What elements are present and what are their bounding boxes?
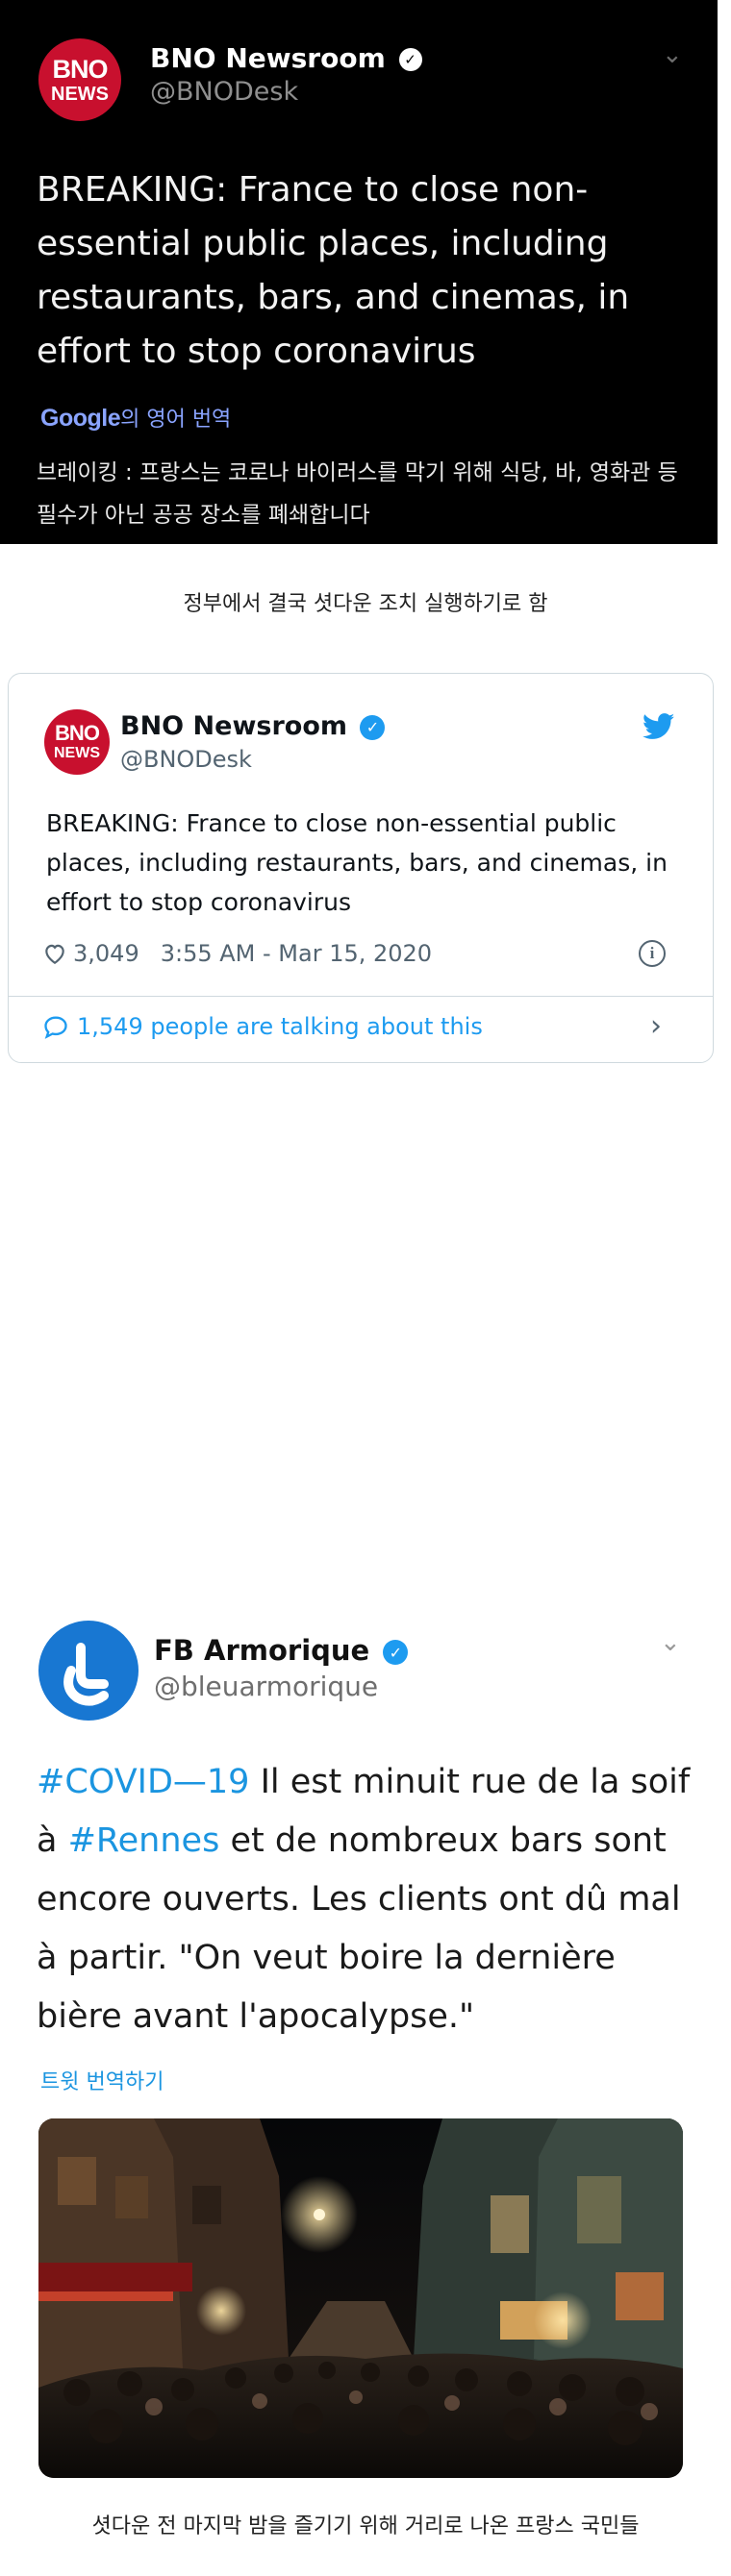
verified-badge-icon: ✓ — [398, 48, 422, 71]
chevron-down-icon[interactable]: ⌄ — [662, 40, 683, 69]
avatar-logo-subtext: NEWS — [54, 745, 100, 761]
avatar-logo-subtext: NEWS — [51, 83, 109, 105]
translate-tweet-link[interactable]: 트윗 번역하기 — [40, 2065, 164, 2095]
google-logo: Google — [40, 405, 121, 432]
bno-news-avatar[interactable]: BNO NEWS — [44, 709, 110, 775]
fb-armorique-logo — [63, 1643, 109, 1706]
fb-armorique-avatar[interactable] — [38, 1621, 139, 1721]
tweet-text: BREAKING: France to close non-essential … — [46, 809, 668, 916]
bno-news-avatar[interactable]: BNO NEWS — [38, 38, 121, 121]
tweet-author-handle[interactable]: @BNODesk — [150, 77, 298, 107]
translation-label-text: 의 영어 번역 — [120, 408, 232, 432]
caption-shutdown: 정부에서 결국 셧다운 조치 실행하기로 함 — [183, 592, 548, 616]
heart-icon[interactable] — [42, 942, 67, 965]
author-name-text: FB Armorique — [154, 1634, 370, 1667]
tweet-photo[interactable] — [38, 2118, 683, 2478]
twitter-bird-icon[interactable] — [643, 713, 675, 740]
tweet-author-name[interactable]: BNO Newsroom ✓ — [120, 711, 386, 741]
verified-badge-icon: ✓ — [383, 1640, 409, 1665]
talking-count-text: 1,549 people are talking about this — [77, 1013, 483, 1040]
hashtag-covid19[interactable]: #COVID—19 — [37, 1763, 249, 1801]
card-divider — [9, 996, 713, 997]
tweet-author-name[interactable]: BNO Newsroom ✓ — [150, 42, 422, 74]
caption-last-night: 셧다운 전 마지막 밤을 즐기기 위해 거리로 나온 프랑스 국민들 — [91, 2514, 640, 2539]
translation-source-label: Google의 영어 번역 — [40, 402, 231, 433]
chevron-right-icon[interactable]: › — [650, 1009, 662, 1043]
info-icon[interactable]: i — [639, 940, 666, 967]
avatar-logo-text: BNO — [55, 721, 100, 745]
tweet-author-name[interactable]: FB Armorique ✓ — [154, 1634, 409, 1667]
translated-text: 브레이킹 : 프랑스는 코로나 바이러스를 막기 위해 식당, 바, 영화관 등… — [37, 460, 678, 528]
tweet-meta: 3,049 3:55 AM - Mar 15, 2020 — [42, 940, 432, 967]
crowded-street-photo — [38, 2118, 683, 2478]
tweet-text: #COVID—19 Il est minuit rue de la soif à… — [37, 1753, 700, 2046]
tweet-text: BREAKING: France to close non-essential … — [37, 170, 630, 371]
tweet-author-handle[interactable]: @bleuarmorique — [154, 1671, 378, 1702]
tweet-timestamp[interactable]: 3:55 AM - Mar 15, 2020 — [161, 940, 432, 967]
author-name-text: BNO Newsroom — [120, 711, 347, 741]
tweet-author-handle[interactable]: @BNODesk — [120, 746, 252, 773]
comment-bubble-icon — [44, 1016, 67, 1039]
hashtag-rennes[interactable]: #Rennes — [68, 1821, 220, 1860]
conversation-link[interactable]: 1,549 people are talking about this — [42, 1013, 483, 1040]
like-count[interactable]: 3,049 — [73, 940, 139, 967]
avatar-logo-text: BNO — [52, 54, 109, 84]
author-name-text: BNO Newsroom — [150, 42, 386, 74]
chevron-down-icon[interactable]: ⌄ — [660, 1628, 681, 1657]
verified-badge-icon: ✓ — [360, 714, 386, 740]
